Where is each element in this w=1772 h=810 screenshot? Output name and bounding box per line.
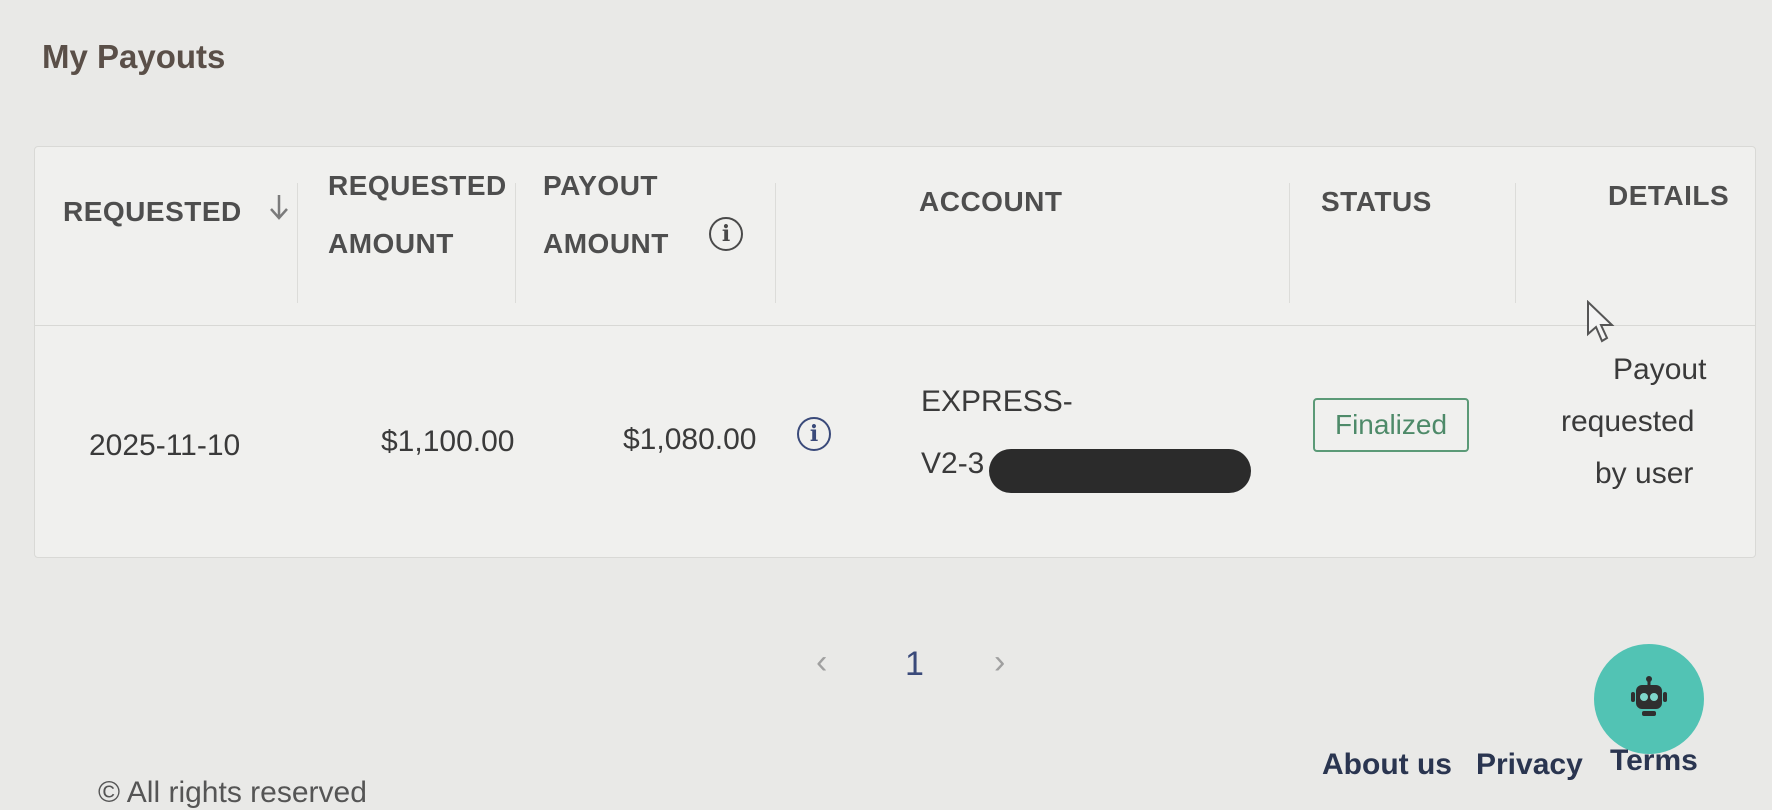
column-separator: [775, 183, 776, 303]
cell-account-line1: EXPRESS-: [921, 385, 1073, 418]
footer-link-privacy[interactable]: Privacy: [1476, 748, 1583, 782]
column-header-line: AMOUNT: [543, 228, 669, 259]
column-separator: [1289, 183, 1290, 303]
table-header-row: REQUESTED REQUESTED AMOUNT PAYOUT AMOUNT…: [35, 147, 1755, 326]
column-header-status[interactable]: STATUS: [1321, 173, 1432, 231]
column-header-details[interactable]: DETAILS: [1608, 167, 1729, 225]
column-header-requested-amount[interactable]: REQUESTED AMOUNT: [328, 157, 507, 273]
column-header-line: PAYOUT: [543, 170, 659, 201]
column-separator: [515, 183, 516, 303]
pagination-next-button[interactable]: ›: [994, 643, 1005, 682]
info-icon[interactable]: i: [709, 217, 743, 251]
cell-details-line1: Payout: [1613, 353, 1707, 386]
cell-account-line2: V2-3: [921, 447, 985, 480]
column-header-requested[interactable]: REQUESTED: [63, 183, 290, 241]
cell-requested: 2025-11-10: [89, 429, 241, 462]
robot-icon: [1627, 675, 1671, 724]
page-title: My Payouts: [42, 38, 226, 75]
column-header-payout-amount[interactable]: PAYOUT AMOUNT: [543, 157, 669, 273]
info-icon[interactable]: i: [797, 417, 831, 451]
pagination-page-1[interactable]: 1: [905, 645, 924, 684]
cell-payout-amount: $1,080.00: [623, 423, 757, 456]
cell-details-line3: by user: [1595, 457, 1694, 490]
arrow-down-icon[interactable]: [268, 183, 290, 241]
column-header-requested-label: REQUESTED: [63, 196, 242, 227]
status-badge: Finalized: [1313, 398, 1469, 452]
column-header-line: REQUESTED: [328, 170, 507, 201]
footer-link-terms[interactable]: Terms: [1610, 744, 1698, 778]
cell-details-line2: requested: [1561, 405, 1695, 438]
column-header-line: AMOUNT: [328, 228, 454, 259]
cell-requested-amount: $1,100.00: [381, 425, 515, 458]
pagination-prev-button[interactable]: ‹: [816, 643, 827, 682]
mouse-cursor-icon: [1586, 299, 1616, 349]
column-separator: [1515, 183, 1516, 303]
chat-bot-button[interactable]: [1594, 644, 1704, 754]
footer-link-about-us[interactable]: About us: [1322, 748, 1452, 782]
redaction-block: [989, 449, 1251, 493]
column-separator: [297, 183, 298, 303]
payouts-table: REQUESTED REQUESTED AMOUNT PAYOUT AMOUNT…: [34, 146, 1756, 558]
copyright-text: © All rights reserved: [98, 776, 367, 809]
column-header-account[interactable]: ACCOUNT: [919, 173, 1063, 231]
